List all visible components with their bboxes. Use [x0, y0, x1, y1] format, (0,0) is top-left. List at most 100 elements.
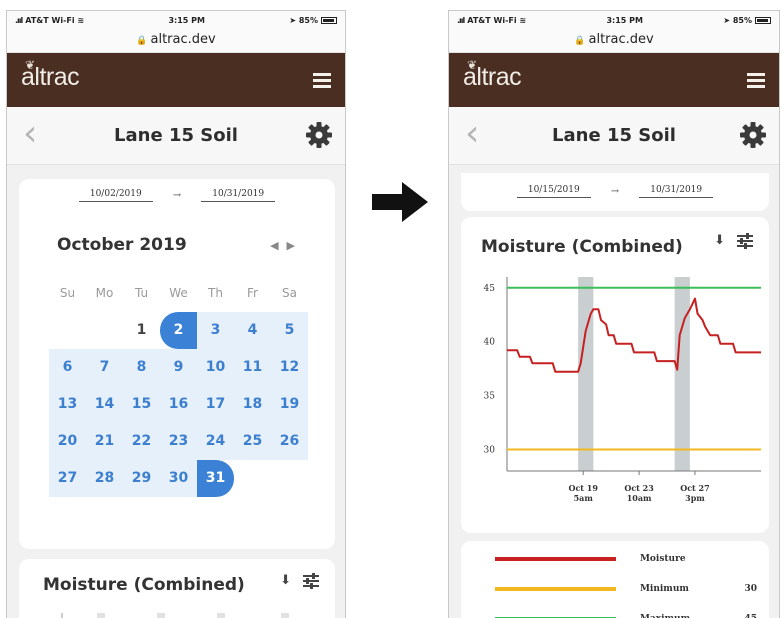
weekday-header: Fr — [247, 286, 258, 300]
calendar-day[interactable]: 6 — [49, 349, 86, 386]
range-arrow: → — [172, 190, 182, 201]
calendar-day[interactable]: 11 — [234, 349, 271, 386]
transition-arrow-icon — [372, 182, 428, 222]
url-text: altrac.dev — [150, 32, 216, 47]
chart-x-tick-label: Oct 19 — [568, 483, 598, 493]
battery-level: 85% — [732, 15, 752, 25]
battery-level: 85% — [298, 15, 318, 25]
calendar-empty-cell — [271, 460, 308, 497]
end-date-input[interactable]: 10/31/2019 — [201, 189, 276, 202]
download-icon[interactable]: ⬇ — [280, 573, 291, 588]
calendar-day[interactable]: 12 — [271, 349, 308, 386]
legend-row[interactable]: Moisture — [495, 551, 757, 567]
calendar-day[interactable]: 23 — [160, 423, 197, 460]
title-bar: ‹ Lane 15 Soil — [449, 107, 779, 165]
hamburger-menu-icon[interactable] — [747, 73, 765, 88]
page-title: Lane 15 Soil — [552, 125, 676, 146]
calendar-day[interactable]: 9 — [160, 349, 197, 386]
calendar-day[interactable]: 7 — [86, 349, 123, 386]
gear-icon[interactable] — [739, 121, 767, 149]
wifi-icon: ≋ — [519, 15, 527, 25]
calendar-day[interactable]: 8 — [123, 349, 160, 386]
calendar-day[interactable]: 1 — [123, 312, 160, 349]
calendar-day[interactable]: 3 — [197, 312, 234, 349]
moisture-card-title: Moisture (Combined) — [43, 575, 245, 595]
weekday-header: We — [169, 286, 188, 300]
chart-y-tick-label: 40 — [484, 338, 496, 348]
legend-swatch — [495, 557, 616, 561]
url-text: altrac.dev — [588, 32, 654, 47]
filter-sliders-icon[interactable] — [737, 233, 753, 249]
status-bar: .ııl AT&T Wi-Fi ≋ 3:15 PM ➤ 85% — [449, 11, 779, 29]
calendar-day[interactable]: 29 — [123, 460, 160, 497]
calendar-day[interactable]: 28 — [86, 460, 123, 497]
calendar-day[interactable]: 2 — [160, 312, 197, 349]
chart-x-tick-sublabel: 5am — [574, 493, 594, 503]
location-icon: ➤ — [289, 15, 297, 25]
calendar-day[interactable]: 19 — [271, 386, 308, 423]
address-bar[interactable]: 🔒 altrac.dev — [449, 29, 779, 53]
calendar-day[interactable]: 15 — [123, 386, 160, 423]
altrac-logo[interactable]: ❦ altrac — [463, 58, 522, 92]
date-range-card: 10/02/2019 → 10/31/2019 October 2019 ◀▶ … — [19, 179, 335, 549]
phone-screen-after: .ııl AT&T Wi-Fi ≋ 3:15 PM ➤ 85% 🔒 altrac.d… — [448, 10, 780, 618]
calendar-day[interactable]: 4 — [234, 312, 271, 349]
chart-x-tick-label: Oct 23 — [624, 483, 654, 493]
leaf-icon: ❦ — [25, 58, 35, 72]
calendar-day[interactable]: 5 — [271, 312, 308, 349]
calendar-day[interactable]: 20 — [49, 423, 86, 460]
calendar-day[interactable]: 26 — [271, 423, 308, 460]
signal-icon: .ııl — [15, 15, 23, 25]
weekday-header: Mo — [95, 286, 114, 300]
calendar-day[interactable]: 30 — [160, 460, 197, 497]
chart-preview-stub — [61, 613, 289, 618]
calendar-day[interactable]: 21 — [86, 423, 123, 460]
moisture-line-chart[interactable]: 30 35 40 45 Oct 195am Oct 2310am Oct 273pm — [461, 273, 769, 523]
battery-icon — [321, 16, 337, 24]
filter-sliders-icon[interactable] — [303, 573, 319, 589]
start-date-input[interactable]: 10/15/2019 — [516, 185, 591, 198]
chart-shaded-band — [578, 277, 594, 471]
prev-month-icon[interactable]: ◀ — [270, 239, 286, 252]
end-date-input[interactable]: 10/31/2019 — [639, 185, 714, 198]
calendar-nav: ◀▶ — [270, 239, 303, 252]
lock-icon: 🔒 — [574, 36, 586, 46]
gear-icon[interactable] — [305, 121, 333, 149]
status-time: 3:15 PM — [168, 15, 205, 25]
weekday-header: Sa — [282, 286, 297, 300]
altrac-logo[interactable]: ❦ altrac — [21, 58, 80, 92]
battery-icon — [755, 16, 771, 24]
chart-shaded-band — [674, 277, 690, 471]
calendar-day[interactable]: 13 — [49, 386, 86, 423]
chart-moisture-series — [507, 297, 761, 373]
calendar-day[interactable]: 17 — [197, 386, 234, 423]
lock-icon: 🔒 — [136, 36, 148, 46]
legend-row[interactable]: Maximum45 — [495, 611, 757, 618]
calendar-day[interactable]: 25 — [234, 423, 271, 460]
calendar-day[interactable]: 24 — [197, 423, 234, 460]
hamburger-menu-icon[interactable] — [313, 73, 331, 88]
calendar-day[interactable]: 18 — [234, 386, 271, 423]
calendar-day[interactable]: 16 — [160, 386, 197, 423]
legend-value: 45 — [728, 614, 757, 618]
start-date-input[interactable]: 10/02/2019 — [78, 189, 153, 202]
download-icon[interactable]: ⬇ — [714, 233, 725, 248]
title-bar: ‹ Lane 15 Soil — [7, 107, 345, 165]
legend-label: Moisture — [639, 554, 686, 564]
page-title: Lane 15 Soil — [114, 125, 238, 146]
legend-label: Minimum — [639, 584, 689, 594]
moisture-card-preview: Moisture (Combined) ⬇ — [19, 559, 335, 618]
wifi-icon: ≋ — [77, 15, 85, 25]
calendar-day[interactable]: 31 — [197, 460, 234, 497]
weekday-header: Tu — [134, 286, 149, 300]
calendar-day[interactable]: 22 — [123, 423, 160, 460]
next-month-icon[interactable]: ▶ — [287, 239, 303, 252]
chart-x-tick-label: Oct 27 — [680, 483, 709, 493]
calendar-day[interactable]: 10 — [197, 349, 234, 386]
legend-row[interactable]: Minimum 30 — [495, 581, 757, 597]
date-range-row: 10/02/2019 → 10/31/2019 — [19, 189, 335, 202]
calendar-day[interactable]: 27 — [49, 460, 86, 497]
chart-y-tick-label: 45 — [484, 284, 496, 294]
calendar-day[interactable]: 14 — [86, 386, 123, 423]
address-bar[interactable]: 🔒 altrac.dev — [7, 29, 345, 53]
